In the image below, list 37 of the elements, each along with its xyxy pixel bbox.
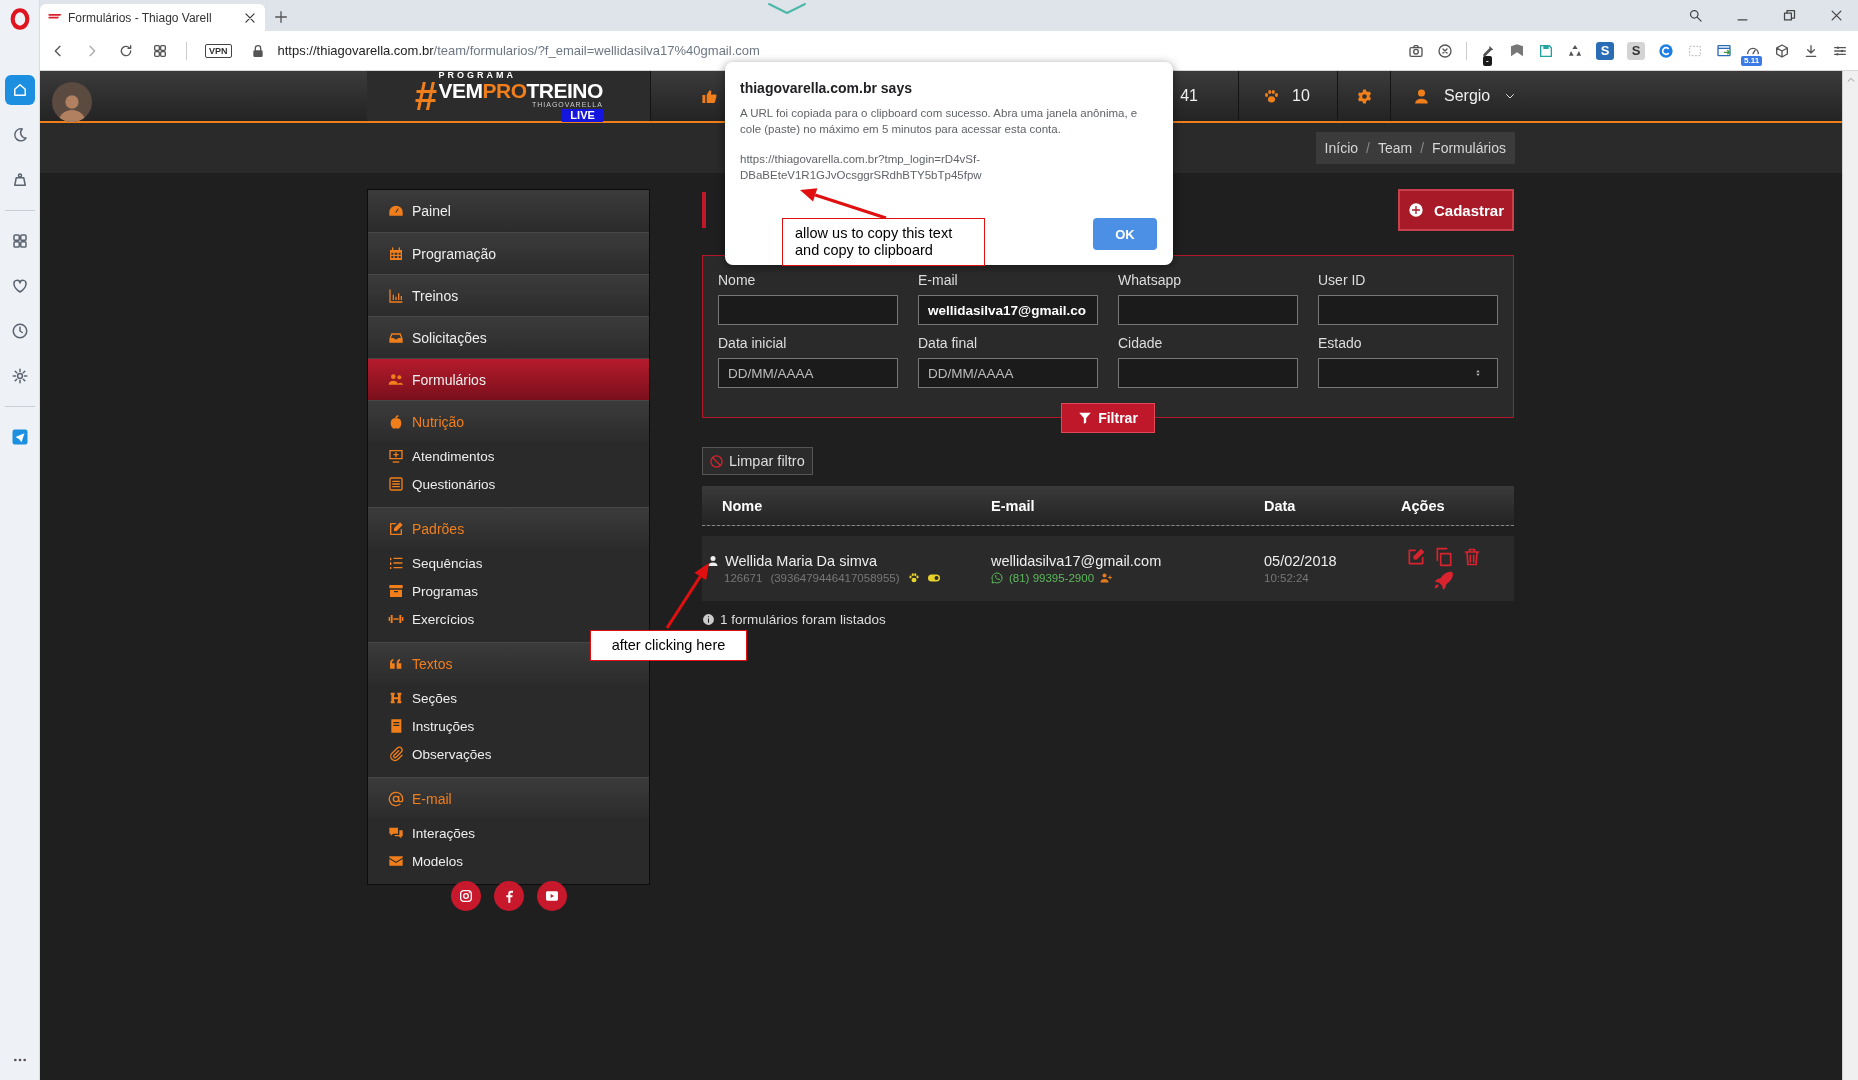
field-label: E-mail <box>918 271 959 289</box>
logo-word: TREINO <box>526 79 603 101</box>
logo-hash: # <box>414 76 437 116</box>
field-label: Cidade <box>1118 334 1164 352</box>
field-label: User ID <box>1318 271 1367 289</box>
logo-word: PRO <box>482 79 527 101</box>
live-badge: LIVE <box>562 108 603 122</box>
breadcrumb-separator: / <box>1420 140 1425 156</box>
column-header: E-mail <box>990 497 1036 514</box>
column-header: Ações <box>1400 497 1446 514</box>
annotation-tooltip: allow us to copy this text and copy to clipboard <box>782 218 985 266</box>
time-text: 10:52:24 <box>1264 572 1310 584</box>
field-label: Nome <box>718 271 757 289</box>
logo-kicker: PROGRAMA <box>438 70 517 80</box>
annotation-tooltip: after clicking here <box>590 630 747 661</box>
stat-count: 41 <box>1180 87 1198 105</box>
column-header: Nome <box>721 497 764 514</box>
email-text: wellidasilva17@gmail.com <box>991 553 1162 569</box>
phone-number: (81) 99395-2900 <box>1009 572 1095 584</box>
extension-badge: - <box>1483 55 1492 66</box>
field-label: Whatsapp <box>1118 271 1183 289</box>
extension-badge: 5.11 <box>1741 55 1763 66</box>
user-id: 126671 <box>724 572 763 584</box>
column-header: Data <box>1263 497 1297 514</box>
breadcrumb-separator: / <box>1366 140 1370 156</box>
logo-word: VEM <box>438 79 483 101</box>
field-label: Estado <box>1318 334 1363 352</box>
field-label: Data inicial <box>718 334 788 352</box>
dialog-title: thiagovarella.com.br says <box>740 80 913 96</box>
dialog-url-text: https://thiagovarella.com.br?tmp_login=rD4vSf-DBaBEteV1R1GJvOcsggrSRdhBTY5bTp45fpw <box>740 152 983 183</box>
stat-count: 10 <box>1292 87 1310 105</box>
breadcrumb-current: Formulários <box>1432 140 1506 156</box>
result-count-text: 1 formulários foram listados <box>720 612 886 627</box>
field-label: Data final <box>918 334 979 352</box>
dialog-message: A URL foi copiada para o clipboard com sucesso. Abra uma janela anônima, e cole (paste) no máximo em 5 minutos para acessar esta conta. <box>740 106 1139 137</box>
device-id: (3936479446417058955) <box>770 572 900 584</box>
date-text: 05/02/2018 <box>1264 553 1338 569</box>
